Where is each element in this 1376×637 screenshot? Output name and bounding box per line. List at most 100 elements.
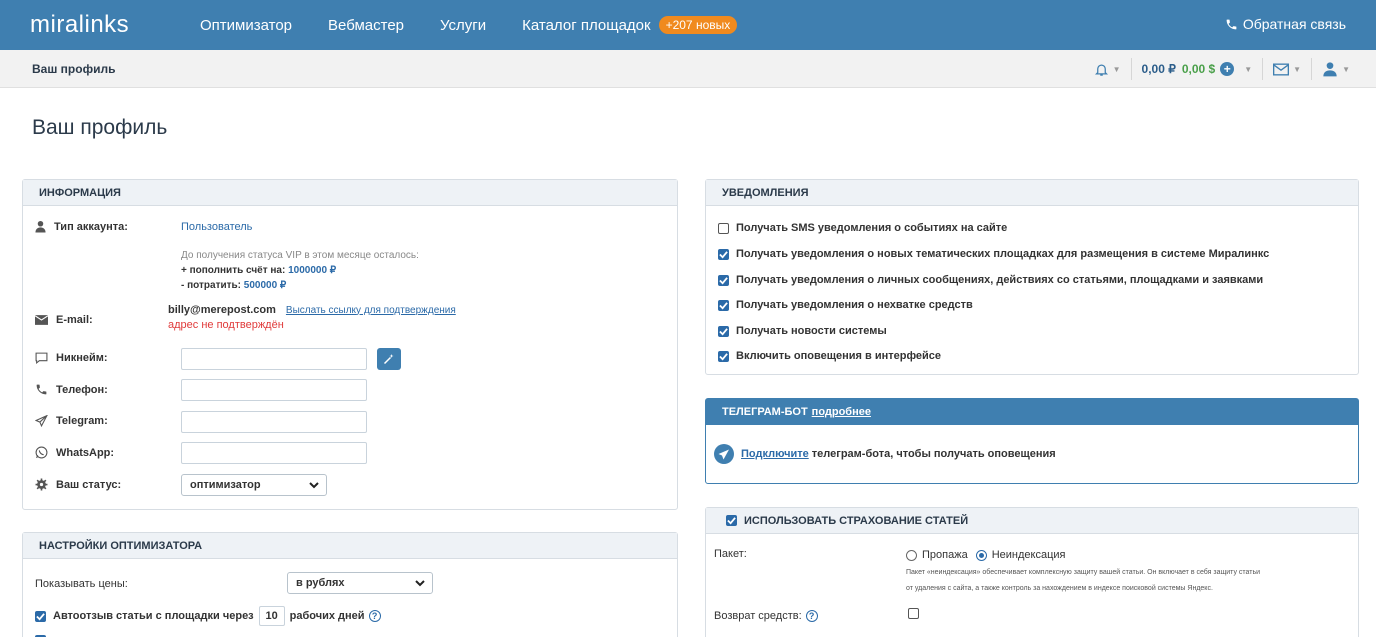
optimizer-settings-title: НАСТРОЙКИ ОПТИМИЗАТОРА [23,533,677,559]
mail-icon[interactable]: ▼ [1273,63,1301,76]
user-icon [35,221,46,233]
package-noindex-radio[interactable] [975,549,987,561]
package-noindex-label[interactable]: Неиндексация [992,549,1066,561]
generate-nickname-button[interactable] [377,348,401,370]
whatsapp-row: WhatsApp: [35,446,114,459]
refund-label: Возврат средств: [714,610,802,622]
help-icon[interactable]: ? [805,610,818,622]
account-type-label-wrap: Тип аккаунта: [35,220,128,233]
auto-review-row: Автоотзыв статьи с площадки через 10 раб… [35,606,381,626]
prices-label: Показывать цены: [35,578,128,590]
notification-checkbox[interactable] [718,325,729,337]
email-label-wrap: E-mail: [35,314,93,326]
feedback-label: Обратная связь [1242,16,1346,32]
refund-checkbox-wrap [908,608,926,619]
use-insurance-checkbox[interactable] [726,515,737,526]
balance-usd[interactable]: 0,00 $ [1182,62,1215,76]
vip-spend-value: 500000 ₽ [243,280,287,291]
notification-checkbox[interactable] [718,299,729,311]
nav-catalog[interactable]: Каталог площадок +207 новых [522,16,738,34]
notification-label: Получать уведомления о личных сообщениях… [736,274,1264,286]
status-label: Ваш статус: [56,478,122,491]
balance-rub[interactable]: 0,00 ₽ [1142,62,1176,76]
phone-icon [1226,19,1237,29]
vip-spend-label: - потратить: [181,280,241,291]
insurance-panel: ИСПОЛЬЗОВАТЬ СТРАХОВАНИЕ СТАТЕЙ Пакет: П… [705,507,1359,637]
nav-services[interactable]: Услуги [440,17,486,34]
notification-label: Получать уведомления о новых тематически… [736,248,1270,260]
help-icon[interactable]: ? [368,610,381,622]
currency-select[interactable]: в рублях [287,572,433,594]
nickname-input[interactable] [181,348,367,370]
nickname-row: Никнейм: [35,352,108,364]
top-navbar: miralinks Оптимизатор Вебмастер Услуги К… [0,0,1376,50]
whatsapp-label-wrap: WhatsApp: [35,446,114,459]
whatsapp-input[interactable] [181,442,367,464]
subheader: Ваш профиль ▼ 0,00 ₽ 0,00 $ + ▼ ▼ ▼ [0,50,1376,88]
bell-icon[interactable]: ▼ [1094,62,1121,77]
nickname-label: Никнейм: [56,352,108,364]
notification-option[interactable]: Включить оповещения в интерфейсе [718,350,941,362]
nickname-controls [181,348,401,370]
auto-review-suffix: рабочих дней [289,610,365,622]
auto-review-checkbox[interactable] [35,610,46,622]
vip-topup-label: + пополнить счёт на: [181,265,286,276]
whatsapp-icon [35,446,48,459]
email-row: E-mail: [35,314,93,326]
telegram-label: Telegram: [56,415,108,427]
user-icon[interactable]: ▼ [1322,61,1350,77]
package-description-1: Пакет «неиндексация» обеспечивает компле… [906,569,1261,576]
status-select-value: оптимизатор [190,479,261,491]
telegram-row: Telegram: [35,415,108,427]
status-select[interactable]: оптимизатор [181,474,327,496]
refund-checkbox[interactable] [908,608,919,619]
status-label-wrap: Ваш статус: [35,478,121,491]
email-label: E-mail: [56,314,93,326]
notification-option[interactable]: Получать уведомления о нехватке средств [718,299,973,311]
nickname-label-wrap: Никнейм: [35,352,108,364]
nav-webmaster[interactable]: Вебмастер [328,17,404,34]
divider [1262,58,1264,80]
package-label: Пакет: [714,548,747,560]
telegram-label-wrap: Telegram: [35,415,108,427]
breadcrumb[interactable]: Ваш профиль [32,62,115,76]
telegram-input[interactable] [181,411,367,433]
balance-dropdown-icon[interactable]: ▼ [1244,65,1252,74]
notification-checkbox[interactable] [718,248,729,260]
insurance-title: ИСПОЛЬЗОВАТЬ СТРАХОВАНИЕ СТАТЕЙ [744,514,969,527]
nav-optimizer[interactable]: Оптимизатор [200,17,292,34]
insurance-header: ИСПОЛЬЗОВАТЬ СТРАХОВАНИЕ СТАТЕЙ [706,508,1358,534]
notification-option[interactable]: Получать новости системы [718,325,887,337]
refund-row: Возврат средств: ? [714,610,818,622]
package-loss-label[interactable]: Пропажа [922,549,968,561]
divider [1311,58,1313,80]
notification-checkbox[interactable] [718,350,729,362]
package-loss-radio[interactable] [906,549,917,561]
phone-input[interactable] [181,379,367,401]
notification-option[interactable]: Получать уведомления о новых тематически… [718,248,1269,260]
send-confirmation-link[interactable]: Выслать ссылку для подтверждения [286,305,456,316]
logo[interactable]: miralinks [30,11,200,39]
notifications-panel: УВЕДОМЛЕНИЯ Получать SMS уведомления о с… [705,179,1359,375]
paper-plane-icon [35,415,48,427]
notification-label: Получать новости системы [736,325,887,337]
telegram-more-link[interactable]: подробнее [812,406,871,418]
currency-select-value: в рублях [296,577,345,589]
notification-option[interactable]: Получать уведомления о личных сообщениях… [718,274,1263,286]
telegram-connect-link[interactable]: Подключите [741,448,809,460]
vip-note: До получения статуса VIP в этом месяце о… [181,250,419,261]
add-funds-icon[interactable]: + [1220,62,1235,76]
notification-checkbox[interactable] [718,222,729,234]
notification-option[interactable]: Получать SMS уведомления о событиях на с… [718,222,1007,234]
notifications-title: УВЕДОМЛЕНИЯ [706,180,1358,206]
notification-label: Получать SMS уведомления о событиях на с… [736,222,1008,234]
comment-icon [35,352,48,364]
vip-topup: + пополнить счёт на: 1000000 ₽ [181,265,336,276]
phone-icon [36,384,47,395]
notification-checkbox[interactable] [718,274,729,286]
optimizer-settings-panel: НАСТРОЙКИ ОПТИМИЗАТОРА Показывать цены: … [22,532,678,637]
auto-review-days-input[interactable]: 10 [258,606,285,626]
vip-topup-value: 1000000 ₽ [288,265,337,276]
feedback-link[interactable]: Обратная связь [1225,16,1346,32]
phone-row: Телефон: [35,383,108,396]
